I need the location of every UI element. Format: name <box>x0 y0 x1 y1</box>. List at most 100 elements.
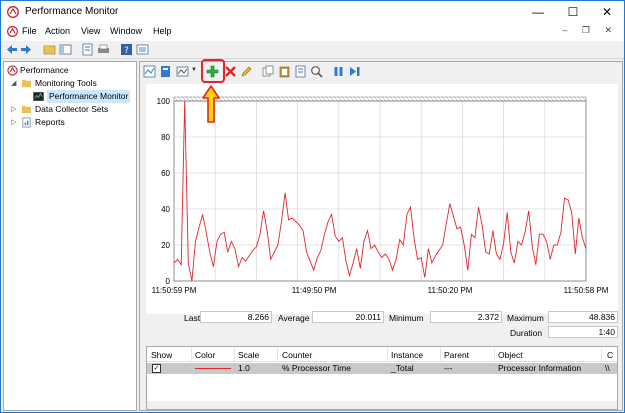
header-parent[interactable]: Parent <box>444 350 469 360</box>
top-hatch-mark <box>181 96 187 102</box>
column-divider[interactable] <box>387 348 388 361</box>
expand-chevron-icon[interactable]: ▷ <box>11 116 19 129</box>
top-hatch-mark <box>305 96 311 102</box>
mmc-view-icon[interactable] <box>136 43 149 56</box>
x-tick-label: 11:50:58 PM <box>564 286 609 295</box>
y-tick-label: 100 <box>157 97 171 106</box>
y-tick-label: 0 <box>166 277 171 286</box>
expand-chevron-icon[interactable]: ▷ <box>11 103 19 116</box>
tree-label-performance-monitor: Performance Monitor <box>47 90 131 103</box>
folder-icon <box>21 105 32 114</box>
view-current-activity-icon[interactable] <box>143 65 156 78</box>
stat-duration-value: 1:40 <box>548 326 618 338</box>
mdi-window-controls[interactable]: – ❐ ✕ <box>562 25 618 36</box>
update-data-icon[interactable] <box>348 65 361 78</box>
stat-minimum-label: Minimum <box>389 313 424 323</box>
top-hatch-mark <box>473 96 479 102</box>
top-hatch-mark <box>173 96 179 102</box>
annotation-highlight-box <box>201 59 225 83</box>
top-hatch-mark <box>501 96 507 102</box>
show-checkbox[interactable]: ✓ <box>152 364 161 373</box>
top-hatch-mark <box>381 96 387 102</box>
back-arrow-icon[interactable] <box>5 43 18 56</box>
horizontal-scrollbar[interactable] <box>147 401 617 409</box>
tree-label-monitoring-tools: Monitoring Tools <box>35 78 97 88</box>
counter-row[interactable]: ✓ 1.0 % Processor Time _Total --- Proces… <box>147 363 617 374</box>
minimize-button[interactable]: — <box>521 1 555 23</box>
top-hatch-mark <box>521 96 527 102</box>
paste-counter-list-icon[interactable] <box>278 65 291 78</box>
header-scale[interactable]: Scale <box>238 350 259 360</box>
highlight-pencil-icon[interactable] <box>240 65 253 78</box>
top-hatch-mark <box>357 96 363 102</box>
forward-arrow-icon[interactable] <box>20 43 33 56</box>
maximize-button[interactable]: ☐ <box>556 1 590 23</box>
top-hatch-mark <box>469 96 475 102</box>
header-instance[interactable]: Instance <box>391 350 423 360</box>
top-hatch-mark <box>477 96 483 102</box>
top-hatch-mark <box>313 96 319 102</box>
row-computer: \\ <box>605 363 610 373</box>
freeze-display-icon[interactable] <box>332 65 345 78</box>
menu-help[interactable]: Help <box>153 26 172 36</box>
print-icon[interactable] <box>97 43 110 56</box>
top-hatch-mark <box>533 96 539 102</box>
title-bar: Performance Monitor — ☐ ✕ <box>1 1 624 23</box>
graph-type-dropdown-icon[interactable]: ▼ <box>191 67 197 73</box>
top-hatch-mark <box>445 96 451 102</box>
column-divider[interactable] <box>234 348 235 361</box>
delete-counter-icon[interactable] <box>224 65 237 78</box>
change-graph-type-icon[interactable] <box>176 65 189 78</box>
up-folder-icon[interactable] <box>43 43 56 56</box>
view-log-data-icon[interactable] <box>159 65 172 78</box>
top-hatch-mark <box>237 96 243 102</box>
header-computer[interactable]: C <box>607 350 613 360</box>
performance-icon <box>7 65 18 76</box>
menu-action[interactable]: Action <box>45 26 70 36</box>
top-hatch-mark <box>549 96 555 102</box>
help-icon[interactable]: ? <box>120 43 133 56</box>
top-hatch-mark <box>397 96 403 102</box>
top-hatch-mark <box>373 96 379 102</box>
header-show[interactable]: Show <box>151 350 172 360</box>
top-hatch-mark <box>249 96 255 102</box>
properties-icon[interactable] <box>81 43 94 56</box>
close-button[interactable]: ✕ <box>590 1 624 23</box>
menu-file[interactable]: File <box>22 26 37 36</box>
stat-maximum-label: Maximum <box>507 313 544 323</box>
top-hatch-mark <box>389 96 395 102</box>
top-hatch-mark <box>413 96 419 102</box>
row-parent: --- <box>444 363 453 373</box>
top-hatch-mark <box>301 96 307 102</box>
top-hatch-mark <box>405 96 411 102</box>
top-hatch-mark <box>417 96 423 102</box>
top-hatch-mark <box>541 96 547 102</box>
column-divider[interactable] <box>494 348 495 361</box>
top-hatch-mark <box>349 96 355 102</box>
top-hatch-mark <box>325 96 331 102</box>
top-hatch-mark <box>565 96 571 102</box>
y-tick-label: 40 <box>161 205 170 214</box>
stat-maximum-value: 48.836 <box>548 311 618 323</box>
window-title: Performance Monitor <box>25 6 119 17</box>
system-menu-icon[interactable] <box>7 26 18 37</box>
column-divider[interactable] <box>191 348 192 361</box>
top-hatch-mark <box>365 96 371 102</box>
top-hatch-mark <box>457 96 463 102</box>
header-color[interactable]: Color <box>195 350 215 360</box>
header-counter[interactable]: Counter <box>282 350 312 360</box>
top-hatch-mark <box>385 96 391 102</box>
column-divider[interactable] <box>277 348 278 361</box>
column-divider[interactable] <box>440 348 441 361</box>
copy-properties-icon[interactable] <box>262 65 275 78</box>
top-hatch-mark <box>333 96 339 102</box>
header-object[interactable]: Object <box>498 350 523 360</box>
menu-window[interactable]: Window <box>110 26 142 36</box>
collapse-chevron-icon[interactable]: ◢ <box>11 77 19 90</box>
show-hide-tree-icon[interactable] <box>59 43 72 56</box>
properties-icon[interactable] <box>294 65 307 78</box>
x-tick-label: 11:50:20 PM <box>428 286 473 295</box>
menu-view[interactable]: View <box>81 26 100 36</box>
column-divider[interactable] <box>601 348 602 361</box>
zoom-icon[interactable] <box>310 65 323 78</box>
